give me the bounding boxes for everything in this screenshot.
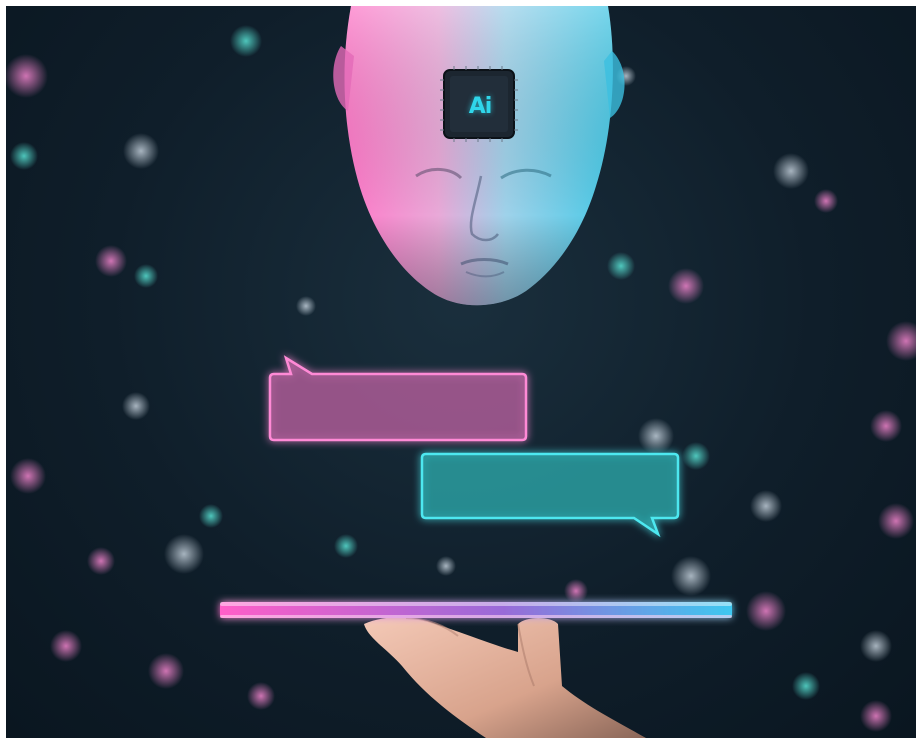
- robot-head-icon: [333, 6, 625, 306]
- tablet-icon: [220, 602, 732, 618]
- ai-chat-scene: Ai: [6, 6, 916, 738]
- chat-bubble-right-icon: [420, 452, 680, 538]
- chat-bubble-left-icon: [268, 355, 528, 442]
- hand-icon: [364, 617, 646, 738]
- image-frame: Ai: [0, 0, 920, 738]
- ai-chip-label: Ai: [468, 94, 493, 119]
